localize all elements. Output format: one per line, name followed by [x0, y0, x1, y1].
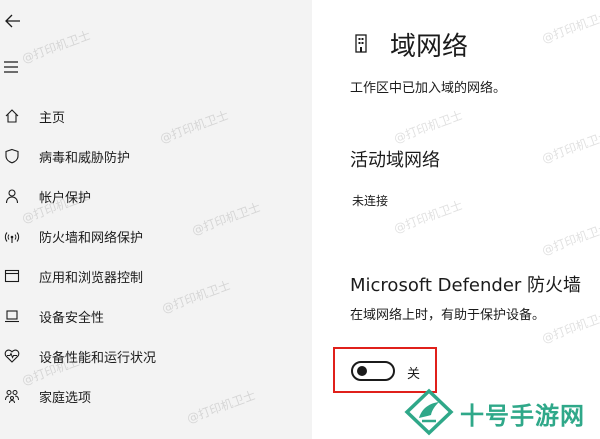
sidebar: 主页 病毒和威胁防护 帐户保护 防火墙和网络保护 应用和浏览器控制 设备安全性 …: [0, 0, 312, 439]
watermark: @打印机卫士: [539, 8, 600, 46]
page-description: 工作区中已加入域的网络。: [350, 81, 507, 96]
home-icon: [3, 107, 21, 125]
sidebar-item-label: 主页: [39, 110, 66, 126]
toggle-knob: [357, 366, 367, 376]
laptop-icon: [3, 307, 21, 325]
back-button[interactable]: [2, 10, 24, 32]
watermark: @打印机卫士: [19, 28, 93, 66]
active-networks-heading: 活动域网络: [350, 150, 440, 171]
defender-firewall-heading: Microsoft Defender 防火墙: [350, 275, 582, 296]
firewall-toggle[interactable]: [351, 361, 395, 381]
sidebar-item-label: 家庭选项: [39, 390, 92, 406]
sidebar-item-label: 应用和浏览器控制: [39, 270, 144, 286]
wifi-icon: [3, 227, 21, 245]
shield-icon: [3, 147, 21, 165]
sidebar-item-app-browser-control[interactable]: 应用和浏览器控制: [0, 256, 312, 296]
site-logo-text: 十号手游网: [460, 402, 585, 430]
watermark: @打印机卫士: [539, 220, 600, 258]
sidebar-item-label: 设备安全性: [39, 310, 105, 326]
defender-firewall-description: 在域网络上时，有助于保护设备。: [350, 308, 546, 323]
watermark: @打印机卫士: [539, 308, 600, 346]
sidebar-item-firewall[interactable]: 防火墙和网络保护: [0, 216, 312, 256]
browser-window-icon: [3, 267, 21, 285]
person-icon: [3, 187, 21, 205]
watermark: @打印机卫士: [391, 108, 465, 146]
sidebar-item-home[interactable]: 主页: [0, 96, 312, 136]
network-status: 未连接: [352, 194, 389, 208]
menu-button[interactable]: [2, 58, 20, 76]
watermark: @打印机卫士: [391, 198, 465, 236]
back-arrow-icon: [5, 14, 20, 28]
sidebar-item-label: 帐户保护: [39, 190, 92, 206]
nav-list: 主页 病毒和威胁防护 帐户保护 防火墙和网络保护 应用和浏览器控制 设备安全性 …: [0, 96, 312, 416]
sidebar-item-virus-protection[interactable]: 病毒和威胁防护: [0, 136, 312, 176]
sidebar-item-label: 设备性能和运行状况: [39, 350, 157, 366]
sidebar-item-device-security[interactable]: 设备安全性: [0, 296, 312, 336]
page-title: 域网络: [390, 32, 469, 62]
watermark: @打印机卫士: [539, 128, 600, 166]
window: 主页 病毒和威胁防护 帐户保护 防火墙和网络保护 应用和浏览器控制 设备安全性 …: [0, 0, 600, 439]
sidebar-item-account-protection[interactable]: 帐户保护: [0, 176, 312, 216]
building-icon: [353, 33, 369, 53]
hamburger-icon: [4, 61, 18, 73]
main-content: 域网络 工作区中已加入域的网络。 活动域网络 未连接 Microsoft Def…: [312, 0, 600, 439]
site-logo-icon: [404, 388, 454, 436]
family-icon: [3, 387, 21, 405]
toggle-state-label: 关: [407, 367, 421, 382]
heart-pulse-icon: [3, 347, 21, 365]
sidebar-item-label: 防火墙和网络保护: [39, 230, 144, 246]
sidebar-item-family-options[interactable]: 家庭选项: [0, 376, 312, 416]
sidebar-item-label: 病毒和威胁防护: [39, 150, 131, 166]
sidebar-item-device-performance[interactable]: 设备性能和运行状况: [0, 336, 312, 376]
site-logo: 十号手游网: [400, 388, 596, 436]
